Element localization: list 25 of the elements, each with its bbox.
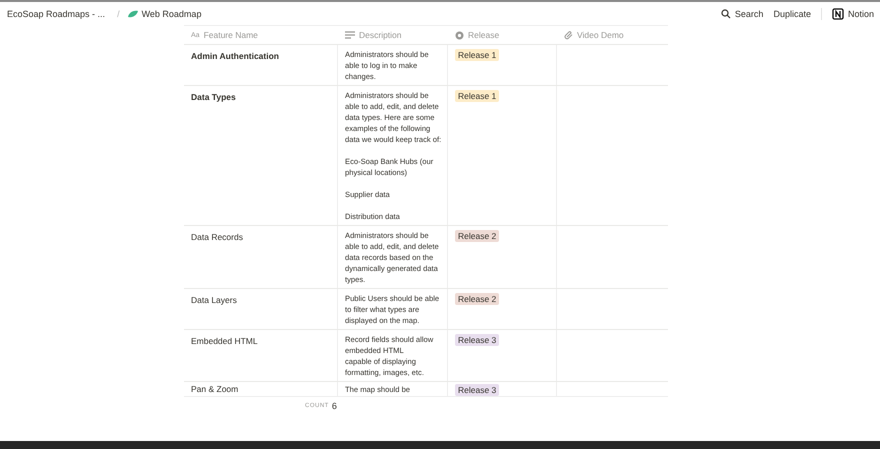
feature-name[interactable]: Embedded HTML (191, 336, 258, 346)
text-lines-icon (345, 31, 355, 39)
toolbar-button[interactable]: Notion (832, 8, 874, 20)
leaf-icon (126, 10, 139, 18)
release-tag: Release 2 (455, 230, 500, 242)
breadcrumb-link[interactable]: Web Roadmap (126, 8, 202, 18)
count-value: 6 (332, 400, 337, 410)
logo-icon (832, 8, 844, 20)
search-icon (720, 8, 731, 18)
breadcrumb-link[interactable]: EcoSoap Roadmaps - ... (7, 8, 106, 18)
release-tag: Release 3 (455, 334, 500, 346)
toolbar-button[interactable]: Duplicate (773, 8, 811, 18)
feature-name[interactable]: Data Records (191, 232, 243, 242)
feature-name[interactable]: Data Types (191, 92, 236, 102)
release-tag: Release 1 (455, 49, 500, 61)
link-icon (564, 30, 573, 40)
feature-name[interactable]: Data Layers (191, 295, 237, 305)
toolbar-button[interactable]: Search (720, 8, 764, 18)
breadcrumb-separator: / (117, 8, 120, 18)
release-tag: Release 3 (455, 384, 500, 396)
feature-name[interactable]: Admin Authentication (191, 51, 279, 61)
feature-name[interactable]: Pan & Zoom (191, 384, 238, 394)
release-tag: Release 2 (455, 293, 500, 305)
circle-icon (455, 30, 464, 40)
release-tag: Release 1 (455, 90, 500, 102)
